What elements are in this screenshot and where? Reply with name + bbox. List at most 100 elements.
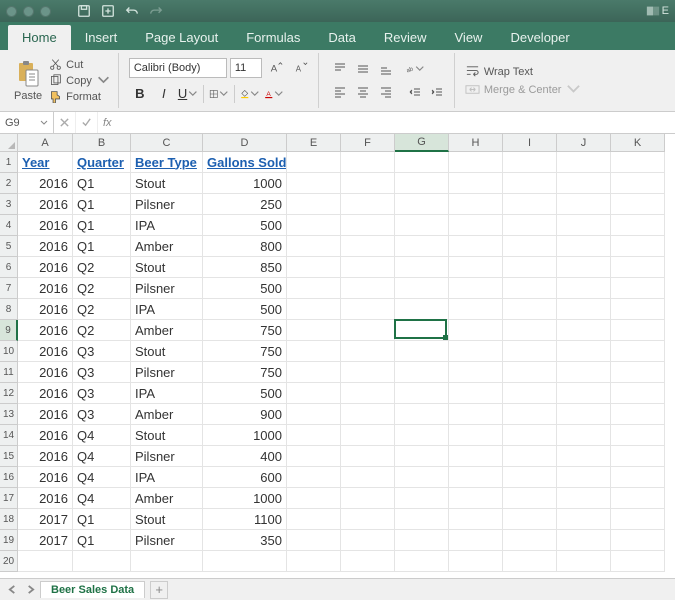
col-header-E[interactable]: E — [287, 134, 341, 152]
cell[interactable]: Beer Type — [131, 152, 203, 173]
cell[interactable] — [341, 467, 395, 488]
cancel-formula-icon[interactable] — [54, 112, 76, 133]
align-center-icon[interactable] — [352, 81, 374, 103]
format-painter-button[interactable]: Format — [47, 89, 112, 104]
col-header-A[interactable]: A — [18, 134, 73, 152]
cell[interactable] — [503, 278, 557, 299]
row-header[interactable]: 19 — [0, 530, 18, 551]
cell[interactable] — [203, 551, 287, 572]
cell[interactable] — [503, 341, 557, 362]
cell[interactable]: Gallons Sold — [203, 152, 287, 173]
cell[interactable] — [287, 383, 341, 404]
cell[interactable] — [287, 278, 341, 299]
save-icon[interactable] — [75, 2, 93, 20]
cell[interactable] — [449, 509, 503, 530]
cell[interactable] — [449, 152, 503, 173]
cell[interactable]: 1000 — [203, 488, 287, 509]
cell[interactable]: Stout — [131, 173, 203, 194]
cell[interactable] — [611, 446, 665, 467]
cell[interactable] — [341, 446, 395, 467]
cell[interactable] — [557, 425, 611, 446]
cell[interactable] — [557, 215, 611, 236]
cell[interactable] — [395, 320, 449, 341]
cell[interactable] — [449, 467, 503, 488]
cell[interactable] — [395, 257, 449, 278]
col-header-D[interactable]: D — [203, 134, 287, 152]
cell[interactable]: 500 — [203, 215, 287, 236]
cell[interactable] — [557, 320, 611, 341]
sheet-nav-prev-icon[interactable] — [4, 582, 20, 598]
cell[interactable]: 2016 — [18, 299, 73, 320]
cell[interactable] — [395, 152, 449, 173]
align-left-icon[interactable] — [329, 81, 351, 103]
col-header-I[interactable]: I — [503, 134, 557, 152]
cell[interactable] — [557, 194, 611, 215]
cell[interactable]: Q1 — [73, 236, 131, 257]
cell[interactable] — [557, 341, 611, 362]
cell[interactable] — [341, 404, 395, 425]
cell[interactable] — [449, 194, 503, 215]
cell[interactable] — [449, 446, 503, 467]
redo-icon[interactable] — [147, 2, 165, 20]
cell[interactable] — [287, 488, 341, 509]
border-button[interactable] — [208, 83, 230, 105]
cell[interactable]: Year — [18, 152, 73, 173]
row-header[interactable]: 3 — [0, 194, 18, 215]
tab-home[interactable]: Home — [8, 25, 71, 50]
cell[interactable] — [287, 551, 341, 572]
cell[interactable] — [287, 194, 341, 215]
increase-indent-icon[interactable] — [426, 82, 448, 104]
row-header[interactable]: 16 — [0, 467, 18, 488]
cell[interactable]: 800 — [203, 236, 287, 257]
cell[interactable]: Q3 — [73, 383, 131, 404]
row-header[interactable]: 20 — [0, 551, 18, 572]
cell[interactable] — [503, 467, 557, 488]
cell[interactable] — [611, 530, 665, 551]
cell[interactable]: IPA — [131, 215, 203, 236]
cell[interactable] — [341, 320, 395, 341]
zoom-dot[interactable] — [40, 6, 51, 17]
cell[interactable] — [73, 551, 131, 572]
cell[interactable] — [557, 488, 611, 509]
cell[interactable]: Pilsner — [131, 362, 203, 383]
cell[interactable] — [287, 530, 341, 551]
cell[interactable] — [503, 173, 557, 194]
cell[interactable] — [395, 404, 449, 425]
cell[interactable] — [611, 215, 665, 236]
cell[interactable] — [287, 152, 341, 173]
tab-page-layout[interactable]: Page Layout — [131, 25, 232, 50]
tab-data[interactable]: Data — [314, 25, 369, 50]
cell[interactable] — [287, 404, 341, 425]
cell[interactable]: 900 — [203, 404, 287, 425]
cell[interactable]: Q1 — [73, 194, 131, 215]
cell[interactable] — [503, 299, 557, 320]
cell[interactable]: IPA — [131, 467, 203, 488]
cell[interactable] — [557, 509, 611, 530]
cell[interactable]: 2017 — [18, 530, 73, 551]
cell[interactable] — [341, 299, 395, 320]
cell[interactable] — [449, 530, 503, 551]
bold-button[interactable]: B — [129, 83, 151, 105]
cell[interactable] — [557, 467, 611, 488]
cell[interactable]: Amber — [131, 404, 203, 425]
cell[interactable]: 1100 — [203, 509, 287, 530]
tab-insert[interactable]: Insert — [71, 25, 132, 50]
cell[interactable]: 1000 — [203, 173, 287, 194]
cell[interactable] — [611, 320, 665, 341]
cell[interactable]: Pilsner — [131, 278, 203, 299]
row-header[interactable]: 1 — [0, 152, 18, 173]
cell[interactable] — [395, 362, 449, 383]
cell[interactable] — [287, 257, 341, 278]
italic-button[interactable]: I — [153, 83, 175, 105]
cell[interactable] — [287, 320, 341, 341]
cell[interactable]: 750 — [203, 320, 287, 341]
cell[interactable] — [341, 509, 395, 530]
cell[interactable]: 750 — [203, 362, 287, 383]
decrease-indent-icon[interactable] — [404, 82, 426, 104]
cell[interactable] — [341, 236, 395, 257]
cell[interactable]: Pilsner — [131, 446, 203, 467]
cell[interactable] — [449, 173, 503, 194]
cell[interactable] — [287, 446, 341, 467]
cell[interactable]: 2016 — [18, 215, 73, 236]
cell[interactable]: Q1 — [73, 509, 131, 530]
